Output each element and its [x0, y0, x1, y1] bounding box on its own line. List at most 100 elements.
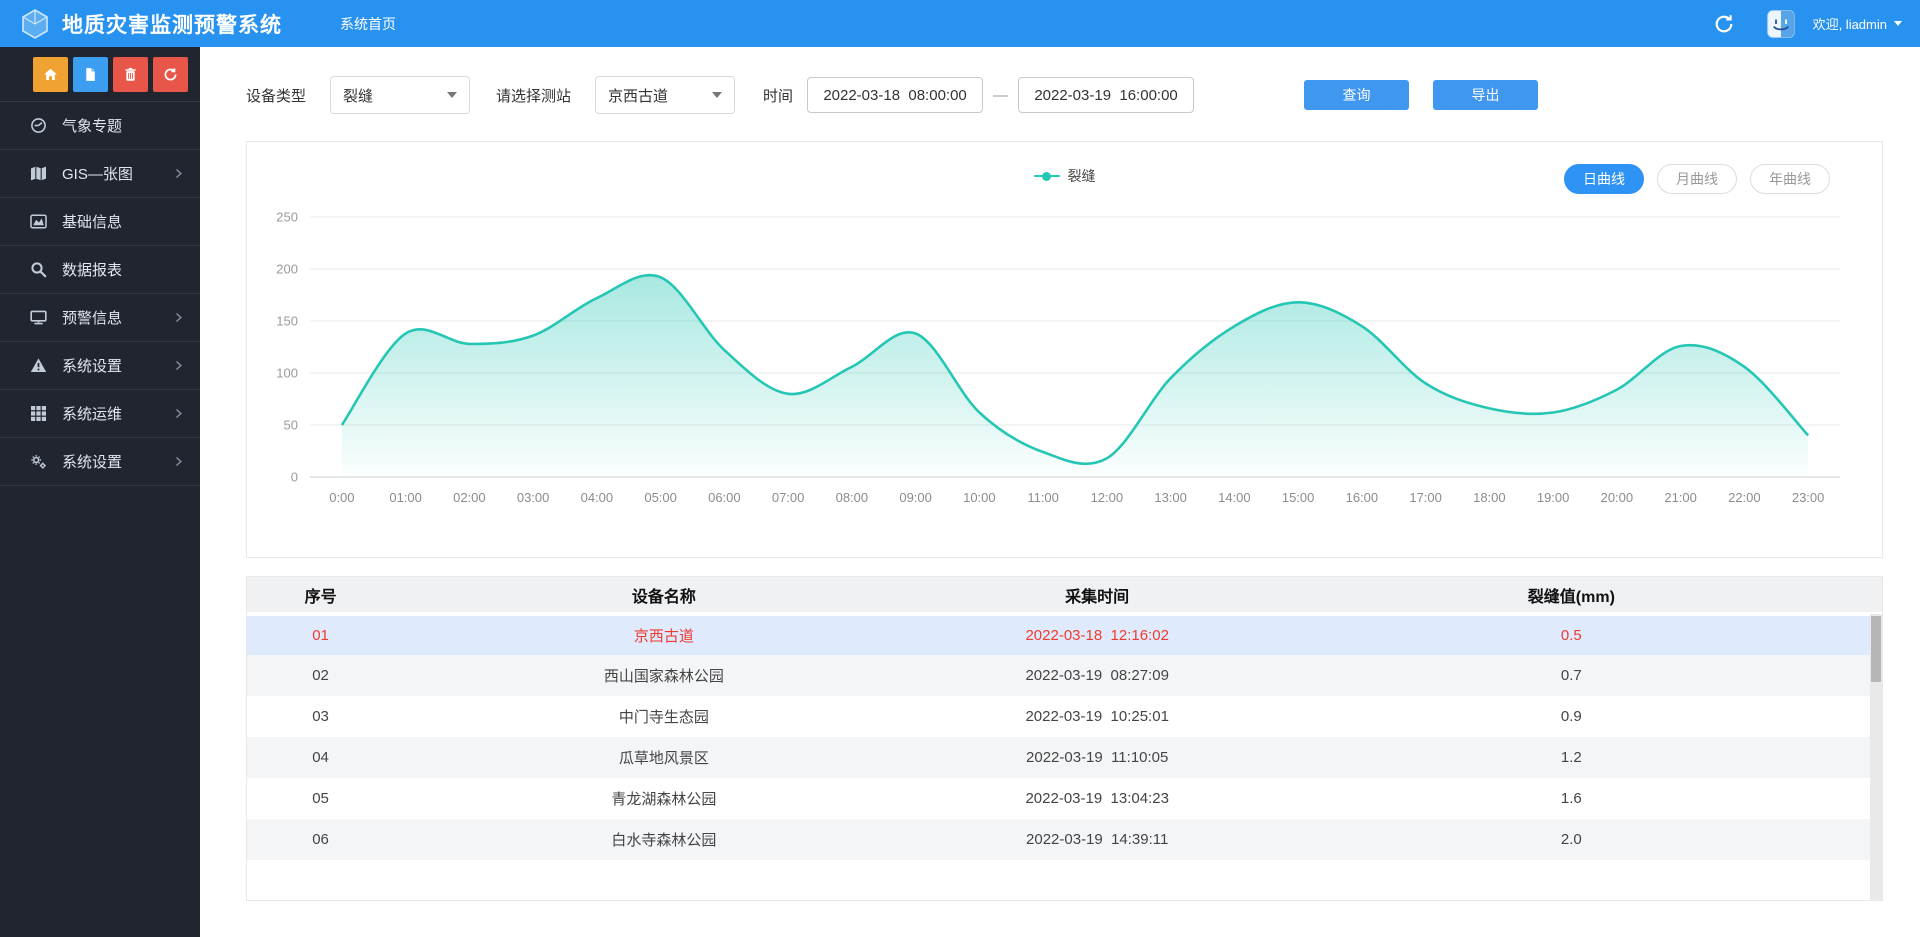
sidebar-item-6[interactable]: 系统运维 [0, 390, 200, 438]
time-to-input[interactable]: 2022-03-19 16:00:00 [1018, 77, 1194, 113]
sidebar-item-label: 系统运维 [62, 403, 171, 424]
quick-button-home[interactable] [33, 57, 68, 92]
sidebar-item-1[interactable]: GIS—张图 [0, 150, 200, 198]
quick-button-recycle[interactable] [153, 57, 188, 92]
cell-no: 02 [247, 655, 394, 696]
cell-crack-value: 2.0 [1261, 819, 1882, 860]
svg-text:06:00: 06:00 [708, 490, 741, 505]
svg-text:07:00: 07:00 [772, 490, 805, 505]
svg-text:02:00: 02:00 [453, 490, 486, 505]
time-range-separator: — [993, 87, 1008, 104]
cell-collect-time: 2022-03-18 12:16:02 [934, 614, 1261, 655]
table-scrollbar-thumb[interactable] [1871, 616, 1881, 682]
table-row-02[interactable]: 02西山国家森林公园2022-03-19 08:27:090.7 [247, 655, 1882, 696]
sidebar-item-2[interactable]: 基础信息 [0, 198, 200, 246]
user-menu[interactable]: 欢迎, liadmin [1813, 14, 1902, 33]
refresh-icon[interactable] [1713, 13, 1735, 35]
sidebar-item-label: GIS—张图 [62, 163, 171, 184]
app-header: 地质灾害监测预警系统 系统首页 欢迎, liadmin [0, 0, 1920, 47]
cell-collect-time: 2022-03-19 11:10:05 [934, 737, 1261, 778]
sidebar-item-3[interactable]: 数据报表 [0, 246, 200, 294]
svg-text:13:00: 13:00 [1154, 490, 1187, 505]
svg-text:0: 0 [291, 470, 298, 485]
device-type-label: 设备类型 [246, 85, 306, 106]
svg-text:200: 200 [276, 262, 298, 277]
svg-text:12:00: 12:00 [1091, 490, 1124, 505]
sidebar-item-0[interactable]: 气象专题 [0, 102, 200, 150]
table-col-header: 采集时间 [934, 577, 1261, 614]
search-icon [30, 261, 47, 278]
table-scrollbar [1870, 614, 1882, 901]
chevron-right-icon [171, 406, 186, 421]
legend-marker-icon [1034, 175, 1060, 178]
export-button[interactable]: 导出 [1433, 80, 1538, 110]
device-type-select[interactable]: 裂缝 [330, 76, 470, 114]
chevron-right-icon [171, 310, 186, 325]
sidebar-item-label: 数据报表 [62, 259, 186, 280]
svg-text:18:00: 18:00 [1473, 490, 1506, 505]
svg-text:17:00: 17:00 [1409, 490, 1442, 505]
gears-icon [30, 453, 47, 470]
station-select[interactable]: 京西古道 [595, 76, 735, 114]
recycle-icon [163, 67, 178, 82]
svg-text:08:00: 08:00 [836, 490, 869, 505]
time-label: 时间 [763, 85, 793, 106]
chevron-right-icon [171, 454, 186, 469]
sidebar-item-7[interactable]: 系统设置 [0, 438, 200, 486]
table-col-header: 设备名称 [394, 577, 934, 614]
chevron-down-icon [712, 92, 722, 98]
sidebar-item-label: 系统设置 [62, 451, 171, 472]
cell-collect-time: 2022-03-19 14:39:11 [934, 819, 1261, 860]
nav-tab-home[interactable]: 系统首页 [340, 14, 396, 34]
cell-collect-time: 2022-03-19 13:04:23 [934, 778, 1261, 819]
data-table-panel: 序号设备名称采集时间裂缝值(mm) 01京西古道2022-03-18 12:16… [246, 576, 1883, 901]
time-from-input[interactable]: 2022-03-18 08:00:00 [807, 77, 983, 113]
chevron-right-icon [171, 166, 186, 181]
data-table: 序号设备名称采集时间裂缝值(mm) 01京西古道2022-03-18 12:16… [247, 577, 1882, 860]
app-logo-icon [20, 8, 50, 40]
svg-text:250: 250 [276, 210, 298, 225]
cell-collect-time: 2022-03-19 08:27:09 [934, 655, 1261, 696]
svg-text:20:00: 20:00 [1601, 490, 1634, 505]
cell-crack-value: 1.6 [1261, 778, 1882, 819]
table-col-header: 裂缝值(mm) [1261, 577, 1882, 614]
curve-tab-0[interactable]: 日曲线 [1564, 164, 1644, 194]
table-row-04[interactable]: 04瓜草地风景区2022-03-19 11:10:051.2 [247, 737, 1882, 778]
svg-text:05:00: 05:00 [644, 490, 677, 505]
table-col-header: 序号 [247, 577, 394, 614]
chevron-down-icon [447, 92, 457, 98]
cell-no: 05 [247, 778, 394, 819]
avatar[interactable] [1767, 10, 1795, 38]
sidebar-item-label: 基础信息 [62, 211, 186, 232]
home-icon [43, 67, 58, 82]
page-title: 地质灾害监测预警系统 [62, 9, 282, 39]
cell-device-name: 京西古道 [394, 614, 934, 655]
table-header-row: 序号设备名称采集时间裂缝值(mm) [247, 577, 1882, 614]
quick-button-file[interactable] [73, 57, 108, 92]
svg-text:150: 150 [276, 314, 298, 329]
file-icon [83, 67, 98, 82]
svg-text:100: 100 [276, 366, 298, 381]
svg-text:10:00: 10:00 [963, 490, 996, 505]
welcome-text: 欢迎, liadmin [1813, 14, 1887, 33]
svg-text:03:00: 03:00 [517, 490, 550, 505]
station-value: 京西古道 [608, 85, 668, 106]
table-row-01[interactable]: 01京西古道2022-03-18 12:16:020.5 [247, 614, 1882, 655]
svg-text:23:00: 23:00 [1792, 490, 1825, 505]
sidebar-item-4[interactable]: 预警信息 [0, 294, 200, 342]
sidebar-item-5[interactable]: 系统设置 [0, 342, 200, 390]
curve-tab-1[interactable]: 月曲线 [1657, 164, 1737, 194]
cell-no: 01 [247, 614, 394, 655]
svg-text:14:00: 14:00 [1218, 490, 1251, 505]
sidebar-item-label: 预警信息 [62, 307, 171, 328]
query-button[interactable]: 查询 [1304, 80, 1409, 110]
table-row-05[interactable]: 05青龙湖森林公园2022-03-19 13:04:231.6 [247, 778, 1882, 819]
curve-tab-2[interactable]: 年曲线 [1750, 164, 1830, 194]
table-row-03[interactable]: 03中门寺生态园2022-03-19 10:25:010.9 [247, 696, 1882, 737]
cell-crack-value: 0.5 [1261, 614, 1882, 655]
quick-button-trash[interactable] [113, 57, 148, 92]
cell-device-name: 青龙湖森林公园 [394, 778, 934, 819]
table-row-06[interactable]: 06白水寺森林公园2022-03-19 14:39:112.0 [247, 819, 1882, 860]
monitor-icon [30, 309, 47, 326]
cell-collect-time: 2022-03-19 10:25:01 [934, 696, 1261, 737]
